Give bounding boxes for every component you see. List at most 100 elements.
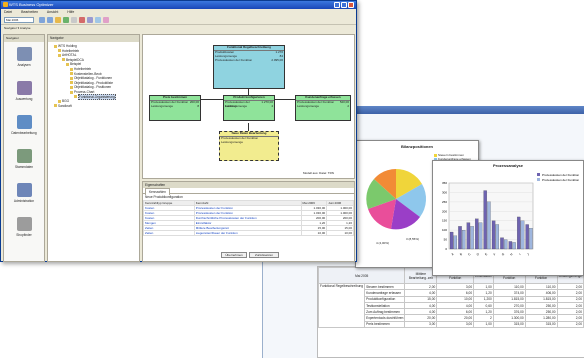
folder-icon	[70, 81, 73, 85]
kpi-table: Kennzahltyp Gruppe Kennzahl Mai 2006 Juni 2…	[143, 200, 354, 236]
function-box-row: Leistungsmenge	[220, 140, 278, 145]
bar-chart: 0 50 100 150 200 250 300 350 A B C D E F G H I J Prozessko…	[442, 173, 580, 257]
row-label: Leistungsmenge	[297, 104, 320, 108]
folder-icon	[58, 49, 61, 53]
save-icon[interactable]	[63, 17, 69, 23]
bar	[475, 218, 479, 250]
x-tick-label: C	[467, 251, 472, 256]
tab-kennzahlen[interactable]: Kennzahlen	[145, 188, 170, 195]
nav-item[interactable]: Stammdaten	[4, 149, 44, 169]
refresh-icon[interactable]	[95, 17, 101, 23]
nav-item[interactable]: Analysen	[4, 47, 44, 67]
tree-node-label: Sandkraft	[58, 103, 72, 108]
report-table-sheet: Mai 2005Mittlere Bearbeitung..zeitLiegez…	[317, 266, 584, 358]
bar	[483, 190, 487, 250]
menu-item[interactable]: Bearbeiten	[21, 10, 38, 14]
function-box-row: Leistungsmenge 4	[224, 104, 274, 109]
table-cell: 10,00	[326, 230, 354, 236]
tree-node[interactable]: WTS Holding	[54, 44, 77, 48]
tree-node[interactable]: Objektkatalog - Funktionen	[70, 76, 112, 80]
close-button[interactable]	[348, 2, 354, 8]
chart-icon[interactable]	[103, 17, 109, 23]
legend-label: Prozesskosten der Funktion	[542, 173, 580, 177]
tree-node-label: Objektkatalog - Funktionen	[74, 76, 113, 81]
folder-icon	[58, 53, 61, 57]
menu-item[interactable]: Datei	[4, 10, 12, 14]
bar-chart-window: Prozessanalyse 0 50 100 150 200 250 300 350 A B C D…	[432, 160, 584, 276]
x-tick-label: H	[509, 252, 513, 256]
table-cell: 1,00	[473, 320, 494, 329]
bar	[500, 237, 504, 250]
back-icon[interactable]	[39, 17, 45, 23]
nav-item-label: Administration	[13, 199, 35, 203]
diagram-status: Modell aus: Datei: TRN	[303, 171, 334, 175]
tree-node[interactable]: Sandkraft	[54, 104, 72, 108]
nav-item[interactable]: Administration	[4, 183, 44, 203]
function-box-row: Prozesskosten der Funktion 2.095,00	[214, 58, 284, 63]
tree-node[interactable]: Hotelbetrieb	[70, 67, 91, 71]
tree-node-label: BGG	[62, 99, 70, 104]
properties-panel: Eigenschaften Kennzahlen Neue Produktkon…	[142, 181, 355, 262]
nav-item[interactable]: Auswertung	[4, 81, 44, 101]
period-combo[interactable]: Mai 2006	[4, 17, 34, 23]
folder-icon	[70, 86, 73, 90]
function-box-top[interactable]: Funktional Regelbeschreibung Produktkost…	[213, 45, 285, 89]
toolbar: Mai 2006	[1, 16, 356, 25]
folder-icon[interactable]	[55, 17, 61, 23]
table-row[interactable]: Zeiten Liegezeiten/Dauer der Funktion 10,0…	[143, 230, 354, 236]
tree-node[interactable]: Beispiel	[66, 62, 81, 66]
tree-node[interactable]: BeispielDCA	[62, 58, 84, 62]
tree-node[interactable]: Kostenstellen-Beob	[70, 72, 102, 76]
corner-header: Mai 2005	[317, 267, 406, 284]
folder-icon	[54, 44, 57, 48]
reset-button[interactable]: Zurücksetzen	[249, 252, 279, 258]
nav-item-icon	[16, 183, 32, 197]
tree-node[interactable]: Objektkatalog - Produktliste	[70, 81, 113, 85]
pie-chart-title: Bilanzpositionen	[401, 144, 433, 149]
nav-item-label: Analysen	[17, 63, 31, 67]
tree-node[interactable]: BGG	[58, 99, 69, 103]
bar	[529, 228, 533, 250]
nav-item-label: Datenbearbeitung	[11, 131, 37, 135]
function-box-bottom[interactable]: Neue Daten Bearbeitung Prozesskosten der…	[219, 131, 279, 161]
x-tick-label: B	[459, 252, 463, 256]
bar	[491, 220, 496, 250]
nav-item-label: Auswertung	[15, 97, 33, 101]
function-box-left[interactable]: Preis bestimmen Prozesskosten der Funkti…	[149, 95, 201, 121]
minimize-button[interactable]	[334, 2, 340, 8]
menu-item[interactable]: Hilfe	[67, 10, 74, 14]
tree-node[interactable]: Objektkatalog - Positionen	[70, 85, 111, 89]
tree-node[interactable]: Funktional-Organisierung	[74, 93, 116, 100]
table-cell: 10,00	[300, 230, 328, 236]
apply-button[interactable]: Übernehmen	[221, 252, 247, 258]
x-tick-label: G	[501, 252, 506, 257]
tree-node-label: BeispielDCA	[66, 57, 84, 62]
nav-item-icon	[16, 47, 32, 61]
folder-icon	[70, 90, 73, 94]
table-cell: 315,00	[524, 320, 558, 329]
app-title: WTS Business Optimizer	[9, 2, 54, 7]
nav-item[interactable]: Shopfinder	[4, 217, 44, 237]
bar	[520, 220, 525, 250]
tree-node[interactable]: ArtHOTAL	[58, 53, 76, 57]
table-cell: Liegezeiten/Dauer der Funktion	[193, 230, 302, 236]
print-icon[interactable]	[71, 17, 77, 23]
maximize-button[interactable]	[341, 2, 347, 8]
folder-icon	[54, 104, 57, 108]
menu-item[interactable]: Ansicht	[47, 10, 58, 14]
row-value: 2.095,00	[271, 58, 283, 62]
forward-icon[interactable]	[47, 17, 53, 23]
tree-node[interactable]: Hotelbetrieb	[58, 49, 79, 53]
tree-node-label: ArtHOTAL	[62, 53, 77, 58]
bar	[466, 222, 471, 250]
function-box-right[interactable]: Kundenanfrage erfassen Prozesskosten der…	[295, 95, 351, 121]
legend-swatch	[537, 173, 540, 176]
nav-item[interactable]: Datenbearbeitung	[4, 115, 44, 135]
table-cell: Zeiten	[143, 230, 195, 236]
function-box-middle[interactable]: Produkt konfigurieren Prozesskosten der …	[223, 95, 275, 121]
delete-icon[interactable]	[79, 17, 85, 23]
legend-label: Prozesskosten der Funktion	[542, 178, 580, 182]
y-tick-label: 350	[442, 181, 447, 185]
menubar: Datei Bearbeiten Ansicht Hilfe	[1, 9, 356, 16]
zoom-icon[interactable]	[87, 17, 93, 23]
